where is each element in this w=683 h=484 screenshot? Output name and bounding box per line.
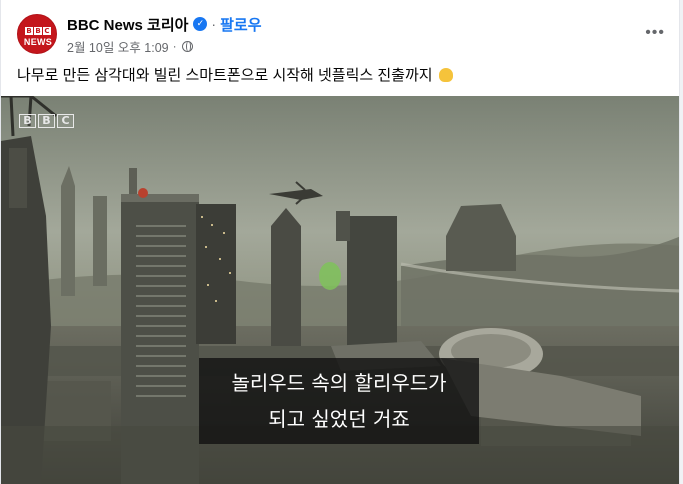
post-message: 나무로 만든 삼각대와 빌린 스마트폰으로 시작해 넷플릭스 진출까지 [17, 66, 453, 86]
clapping-hands-icon [438, 68, 453, 82]
logo-letter: B [25, 27, 33, 35]
post-header: B B C NEWS BBC News 코리아 ✓ · 팔로우 2월 10일 오… [17, 14, 667, 58]
meta-separator: · [172, 39, 177, 53]
page-name-link[interactable]: BBC News 코리아 [67, 14, 188, 35]
timestamp-link[interactable]: 2월 10일 오후 1:09 [67, 37, 169, 56]
follow-button[interactable]: 팔로우 [220, 14, 261, 35]
subtitle-line-1: 놀리우드 속의 할리우드가 [231, 371, 447, 395]
name-row: BBC News 코리아 ✓ · 팔로우 [67, 14, 262, 34]
more-options-icon[interactable]: ••• [645, 24, 665, 42]
post-card: B B C NEWS BBC News 코리아 ✓ · 팔로우 2월 10일 오… [0, 0, 680, 484]
video-subtitle: 놀리우드 속의 할리우드가 되고 싶었던 거죠 [199, 358, 479, 444]
globe-icon[interactable] [181, 40, 193, 52]
post-message-text: 나무로 만든 삼각대와 빌린 스마트폰으로 시작해 넷플릭스 진출까지 [17, 67, 433, 84]
separator: · [211, 16, 217, 32]
watermark-letter: B [38, 114, 55, 128]
watermark-letter: C [57, 114, 74, 128]
time-row: 2월 10일 오후 1:09 · [67, 37, 262, 55]
post-meta: BBC News 코리아 ✓ · 팔로우 2월 10일 오후 1:09 · [67, 14, 262, 55]
logo-letter: C [43, 27, 51, 35]
subtitle-line-2: 되고 싶었던 거죠 [268, 407, 410, 431]
watermark-letter: B [19, 114, 36, 128]
avatar[interactable]: B B C NEWS [17, 14, 57, 54]
video-player[interactable]: B B C 놀리우드 속의 할리우드가 되고 싶었던 거죠 [1, 96, 679, 484]
avatar-news-label: NEWS [23, 37, 53, 47]
bbc-logo-icon: B B C [25, 27, 51, 35]
verified-badge-icon: ✓ [193, 17, 208, 31]
logo-letter: B [34, 27, 42, 35]
bbc-watermark-icon: B B C [19, 114, 74, 128]
